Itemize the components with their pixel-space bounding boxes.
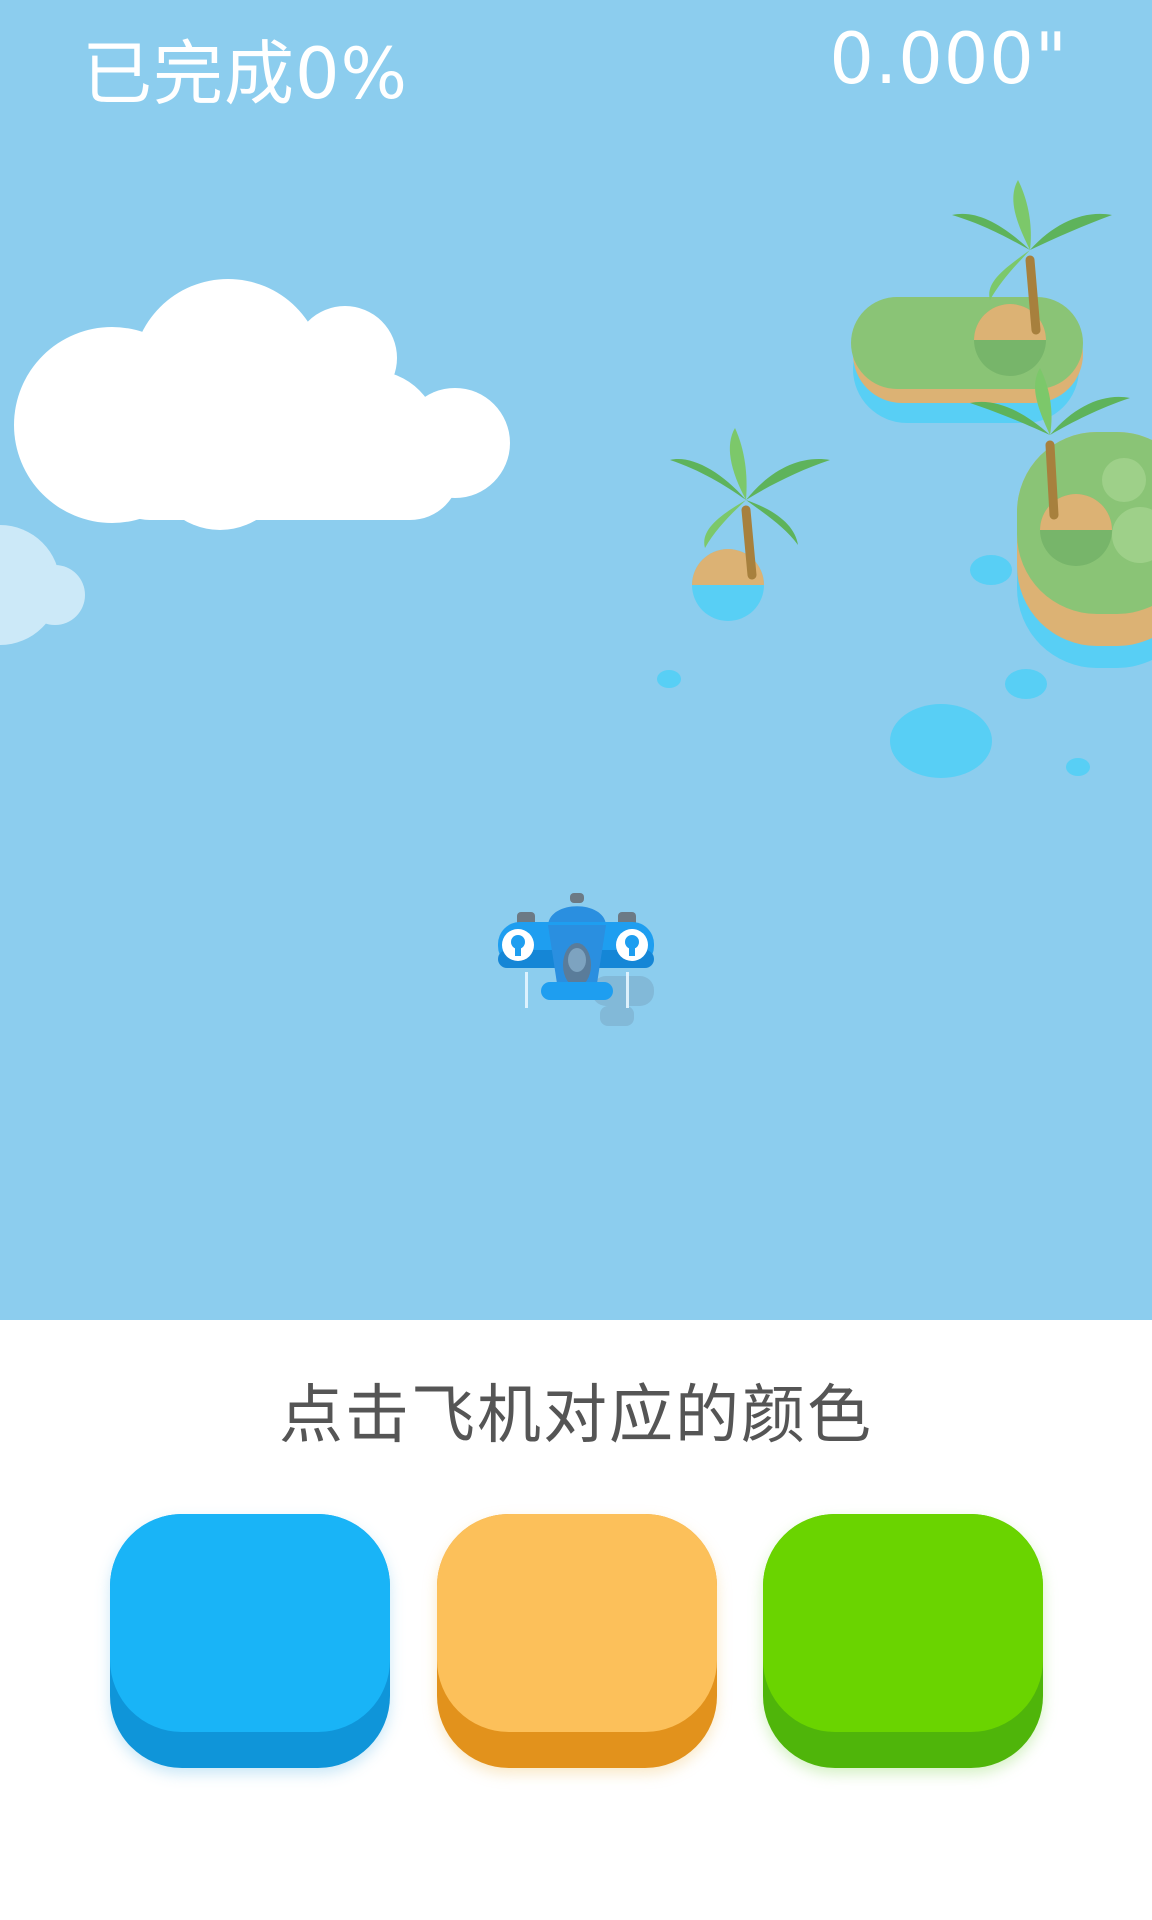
game-scene — [0, 180, 1152, 1026]
timer-label: 0.000" — [829, 18, 1068, 100]
green-color-button[interactable] — [763, 1514, 1043, 1768]
green-button-face — [763, 1514, 1043, 1732]
palm-tree-icon — [952, 180, 1112, 376]
blue-button-face — [110, 1514, 390, 1732]
blue-color-button[interactable] — [110, 1514, 390, 1768]
game-sky: 已完成0% 0.000" — [0, 0, 1152, 1320]
progress-label: 已完成0% — [82, 33, 409, 115]
palm-tree-icon — [670, 428, 830, 621]
small-cloud-icon — [0, 525, 85, 645]
orange-color-button[interactable] — [437, 1514, 717, 1768]
instruction-text: 点击飞机对应的颜色 — [279, 1379, 873, 1453]
orange-button-face — [437, 1514, 717, 1732]
cloud-icon — [14, 279, 510, 530]
